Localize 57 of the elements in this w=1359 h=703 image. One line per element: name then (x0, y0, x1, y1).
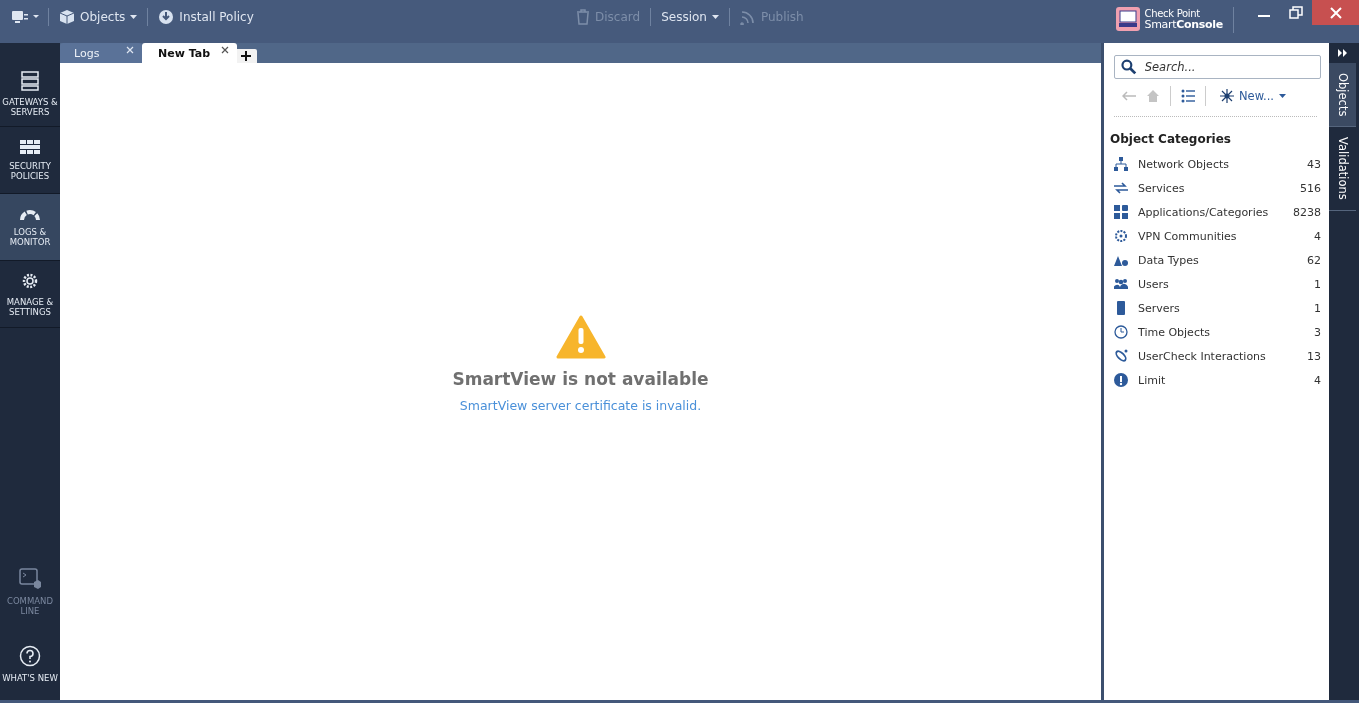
new-button[interactable]: New... (1220, 89, 1286, 103)
restore-icon (1289, 5, 1303, 20)
satellite-icon (1114, 349, 1128, 363)
plus-icon (241, 51, 251, 61)
server-rack-icon (20, 70, 40, 91)
minimize-icon (1258, 14, 1270, 17)
list-icon[interactable] (1181, 89, 1195, 103)
category-item[interactable]: Time Objects 3 (1110, 320, 1321, 344)
logo-icon (1115, 7, 1140, 31)
nav-item[interactable]: WHAT'S NEW (0, 628, 60, 700)
category-item[interactable]: Users 1 (1110, 272, 1321, 296)
category-item[interactable]: Services 516 (1110, 176, 1321, 200)
terminal-icon (19, 568, 41, 590)
category-item[interactable]: UserCheck Interactions 13 (1110, 344, 1321, 368)
snowflake-icon (1114, 229, 1128, 243)
nav-item[interactable]: LOGS & MONITOR (0, 194, 60, 261)
close-button[interactable] (1312, 0, 1359, 25)
menu-icon[interactable] (12, 10, 40, 24)
caret-icon (1279, 94, 1286, 98)
broadcast-icon (739, 9, 756, 25)
product-name: SmartConsole (1144, 19, 1223, 30)
side-tab[interactable]: Validations (1329, 127, 1356, 212)
help-icon (19, 645, 41, 667)
add-tab-button[interactable] (235, 49, 257, 63)
cube-icon (59, 9, 75, 25)
session-button[interactable]: Session (659, 8, 721, 26)
install-policy-button[interactable]: Install Policy (156, 7, 256, 27)
warning-icon (555, 314, 606, 359)
close-icon (1328, 5, 1343, 20)
category-item[interactable]: Applications/Categories 8238 (1110, 200, 1321, 224)
objects-button[interactable]: Objects (57, 7, 140, 27)
tab[interactable]: New Tab (142, 43, 237, 63)
users-icon (1114, 277, 1128, 291)
grid-icon (1114, 205, 1128, 219)
category-item[interactable]: VPN Communities 4 (1110, 224, 1321, 248)
category-item[interactable]: Data Types 62 (1110, 248, 1321, 272)
side-tab[interactable]: Objects (1329, 63, 1356, 128)
tab[interactable]: Logs (60, 43, 142, 63)
expand-icon[interactable] (1337, 49, 1348, 57)
clock-icon (1114, 325, 1128, 339)
network-icon (1114, 157, 1128, 171)
close-icon[interactable] (221, 46, 229, 54)
search-icon (1121, 59, 1137, 75)
error-title: SmartView is not available (452, 368, 709, 389)
download-icon (158, 9, 175, 25)
settings-icon (20, 271, 40, 291)
brand-name: Check Point (1144, 8, 1201, 19)
trash-icon (576, 9, 590, 25)
server-icon (1114, 301, 1128, 315)
category-item[interactable]: Network Objects 43 (1110, 152, 1321, 176)
search-field[interactable]: Search... (1114, 55, 1321, 79)
section-heading: Object Categories (1110, 132, 1232, 146)
category-item[interactable]: Limit 4 (1110, 368, 1321, 392)
sparkle-icon (1220, 89, 1234, 103)
category-item[interactable]: Servers 1 (1110, 296, 1321, 320)
brick-wall-icon (20, 139, 40, 155)
arrows-icon (1114, 181, 1128, 195)
